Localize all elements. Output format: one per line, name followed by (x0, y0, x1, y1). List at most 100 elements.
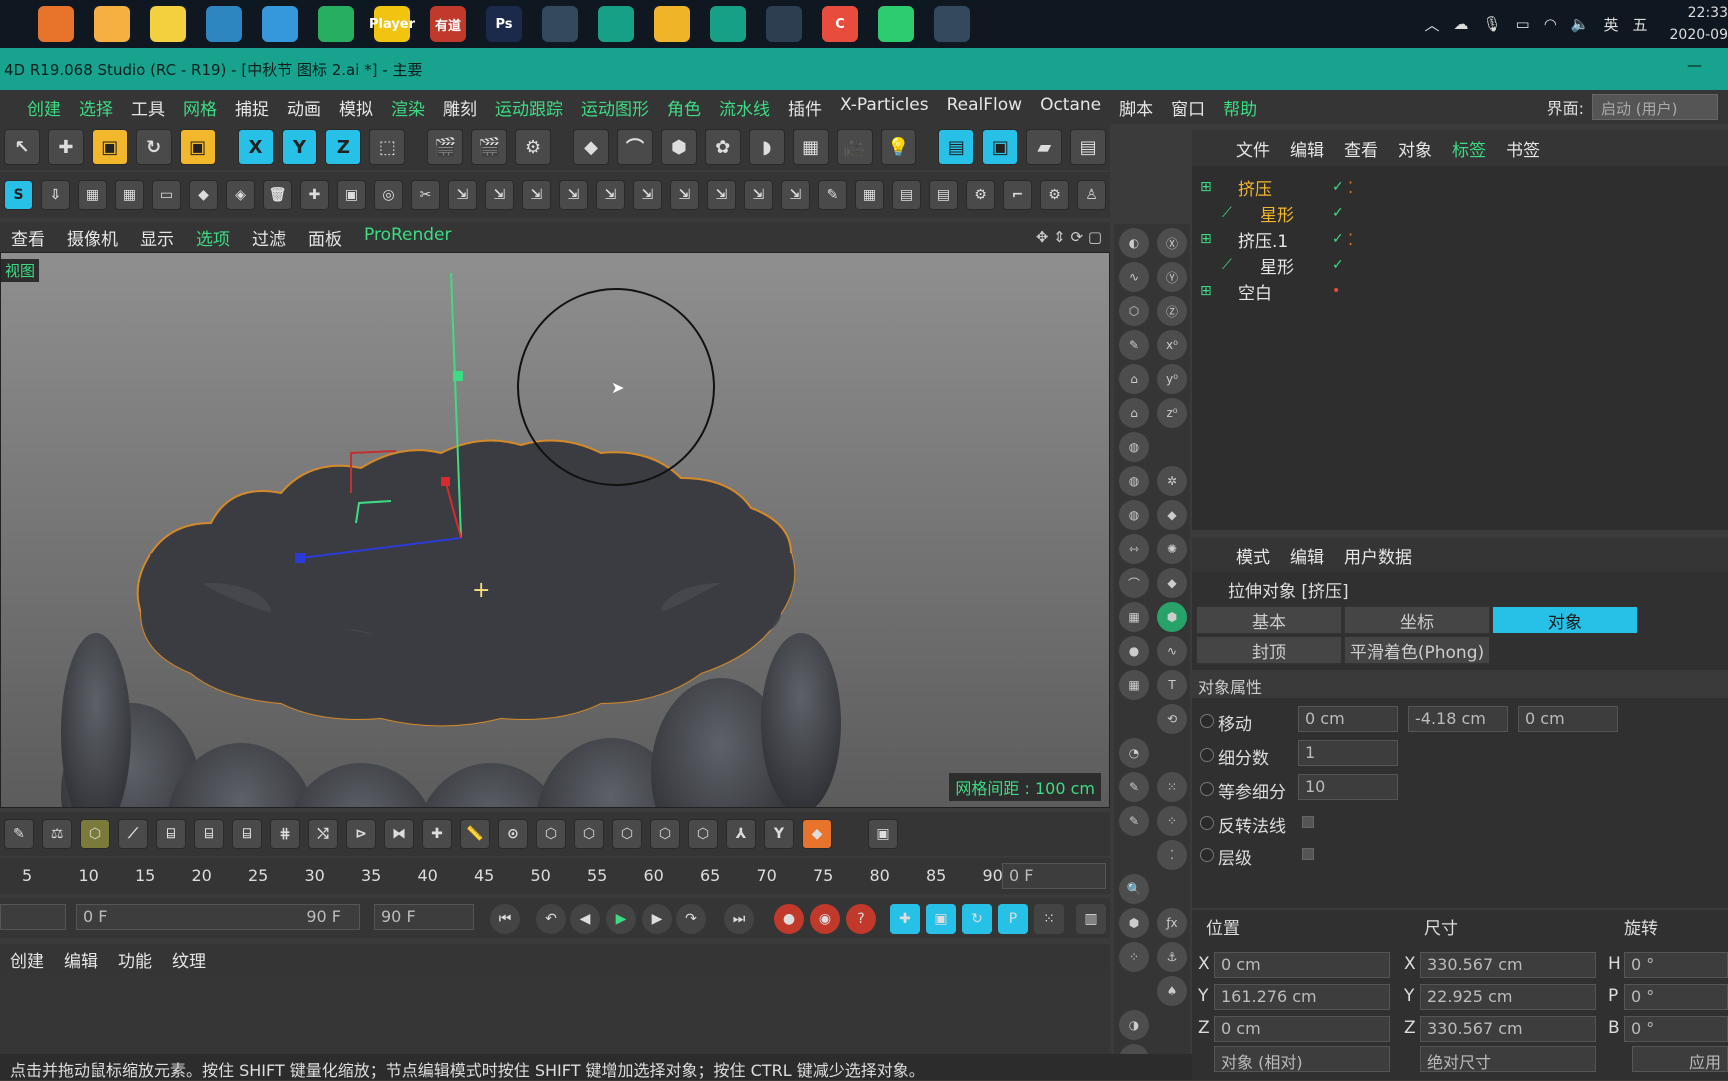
enabled-check-icon[interactable]: • (1332, 283, 1340, 299)
y-zero-icon[interactable]: y⁰ (1157, 364, 1187, 394)
y-lock-icon[interactable]: Ⓨ (1157, 262, 1187, 292)
object-name[interactable]: 星形 (1260, 201, 1294, 226)
rot-b-field[interactable]: 0 ° (1624, 1016, 1728, 1042)
joint-icon[interactable]: ⅄ (726, 819, 756, 849)
key-move-icon[interactable]: ✚ (890, 904, 920, 934)
orange-cube-icon[interactable]: ◆ (802, 819, 832, 849)
snap-3-icon[interactable]: ⇲ (522, 180, 551, 210)
move-z-field[interactable]: 0 cm (1518, 706, 1618, 732)
move-x-field[interactable]: 0 cm (1298, 706, 1398, 732)
hierarchical-radio[interactable] (1200, 848, 1214, 862)
box-select-icon[interactable]: ▣ (337, 180, 366, 210)
gear-gray-icon[interactable]: ⚙ (966, 180, 995, 210)
enabled-check-icon[interactable]: ✓ (1332, 257, 1344, 273)
export-icon[interactable]: ⇩ (41, 180, 70, 210)
object-name[interactable]: 挤压 (1238, 175, 1272, 200)
z-lock-icon[interactable]: Ⓩ (1157, 296, 1187, 326)
grid-3-icon[interactable]: ⬡ (574, 819, 604, 849)
object-menu-3[interactable]: 对象 (1388, 136, 1442, 161)
size-x-field[interactable]: 330.567 cm (1420, 952, 1596, 978)
dots-circle-icon[interactable]: ⁘ (1157, 806, 1187, 836)
chrome-icon[interactable] (318, 6, 354, 42)
enabled-check-icon[interactable]: ✓ (1332, 205, 1344, 221)
key-param-icon[interactable]: P (998, 904, 1028, 934)
cinema4d-2-icon[interactable] (934, 6, 970, 42)
isoparm-field[interactable]: 10 (1298, 774, 1398, 800)
flip-normals-radio[interactable] (1200, 816, 1214, 830)
enabled-check-icon[interactable]: ✓ (1332, 179, 1344, 195)
spiral-icon[interactable]: ⟲ (1157, 704, 1187, 734)
tag-2-icon[interactable]: ⌂ (1119, 398, 1149, 428)
snap-4-icon[interactable]: ⇲ (559, 180, 588, 210)
material-menu-3[interactable]: 纹理 (162, 947, 216, 972)
object-name[interactable]: 星形 (1260, 253, 1294, 278)
scale-icon[interactable]: ▣ (92, 129, 128, 165)
menu-item-12[interactable]: 流水线 (710, 95, 779, 120)
spline-green-icon[interactable]: ∿ (1157, 636, 1187, 666)
menu-item-10[interactable]: 运动图形 (572, 95, 658, 120)
coordinate-system-icon[interactable]: ⬚ (369, 129, 405, 165)
object-menu-2[interactable]: 查看 (1334, 136, 1388, 161)
menu-item-9[interactable]: 运动跟踪 (486, 95, 572, 120)
scale-box-icon[interactable]: ▣ (180, 129, 216, 165)
plus-icon[interactable]: 📏 (460, 819, 490, 849)
snap-7-icon[interactable]: ⇲ (670, 180, 699, 210)
tab-phong[interactable]: 平滑着色(Phong) (1344, 636, 1490, 664)
attribute-menu-2[interactable]: 用户数据 (1334, 543, 1422, 568)
light-icon[interactable]: 💡 (881, 129, 917, 165)
menu-item-15[interactable]: RealFlow (938, 95, 1031, 120)
coord-mode-dropdown[interactable]: 对象 (相对) (1214, 1046, 1390, 1072)
start-frame-field[interactable] (0, 904, 66, 930)
record-icon[interactable]: ● (774, 904, 804, 934)
isoparm-radio[interactable] (1200, 782, 1214, 796)
timeline-window-icon[interactable]: ▥ (1076, 904, 1106, 934)
ime-lang[interactable]: 英 (1603, 14, 1618, 35)
select-cursor-icon[interactable]: ↖ (4, 129, 40, 165)
z-axis-icon[interactable]: Z (325, 129, 361, 165)
grid-6-icon[interactable]: ⬡ (688, 819, 718, 849)
render-picture-icon[interactable]: 🎬 (471, 129, 507, 165)
mirror-3-icon[interactable]: ⌸ (232, 819, 262, 849)
keyframe-help-icon[interactable]: ? (846, 904, 876, 934)
mirror-icon[interactable]: ⌸ (156, 819, 186, 849)
document-icon[interactable]: ▤ (1070, 129, 1106, 165)
earth-icon[interactable] (598, 6, 634, 42)
viewport-menu-3[interactable]: 选项 (185, 225, 241, 250)
volume-icon[interactable]: 🔈 (1571, 15, 1590, 33)
cubes-icon[interactable]: ◈ (226, 180, 255, 210)
attribute-menu-1[interactable]: 编辑 (1280, 543, 1334, 568)
array-2-icon[interactable]: ⋕ (270, 819, 300, 849)
object-row[interactable]: ⟋星形✓ (1192, 252, 1728, 278)
viewport-menu-6[interactable]: ProRender (353, 225, 463, 250)
object-menu-5[interactable]: 书签 (1496, 136, 1550, 161)
hierarchical-checkbox[interactable] (1302, 848, 1314, 860)
globe-icon[interactable]: ◔ (1119, 738, 1149, 768)
phong-tag-icon[interactable]: ⁚ (1348, 230, 1353, 249)
polygon-icon[interactable]: ⬡ (80, 819, 110, 849)
menu-item-19[interactable]: 帮助 (1214, 95, 1266, 120)
cube-wire-icon[interactable]: ⬡ (1119, 296, 1149, 326)
object-name[interactable]: 挤压.1 (1238, 227, 1288, 252)
snap-9-icon[interactable]: ⇲ (744, 180, 773, 210)
y-axis-icon[interactable]: Y (282, 129, 318, 165)
green-cube-icon[interactable]: ⬢ (1157, 602, 1187, 632)
text-icon[interactable]: T (1157, 670, 1187, 700)
subdivision-field[interactable]: 1 (1298, 740, 1398, 766)
player-icon[interactable]: Player (374, 6, 410, 42)
wechat-icon[interactable] (878, 6, 914, 42)
camera-icon[interactable]: 🎥 (837, 129, 873, 165)
menu-item-18[interactable]: 窗口 (1162, 95, 1214, 120)
go-to-start-icon[interactable]: ⏮ (490, 904, 520, 934)
pos-y-field[interactable]: 161.276 cm (1214, 984, 1390, 1010)
clock[interactable]: 22:33 2020-09 (1670, 2, 1728, 46)
atom-icon[interactable]: ✺ (1157, 534, 1187, 564)
deformer-icon[interactable]: ◗ (749, 129, 785, 165)
x-zero-icon[interactable]: x⁰ (1157, 330, 1187, 360)
auto-key-icon[interactable]: ◉ (810, 904, 840, 934)
object-row[interactable]: ⟋星形✓ (1192, 200, 1728, 226)
menu-item-13[interactable]: 插件 (779, 95, 831, 120)
cloud-icon[interactable]: ☁ (1453, 15, 1468, 33)
menu-item-17[interactable]: 脚本 (1110, 95, 1162, 120)
array-3-icon[interactable]: ⤭ (308, 819, 338, 849)
dots-line-icon[interactable]: ⁚ (1157, 840, 1187, 870)
